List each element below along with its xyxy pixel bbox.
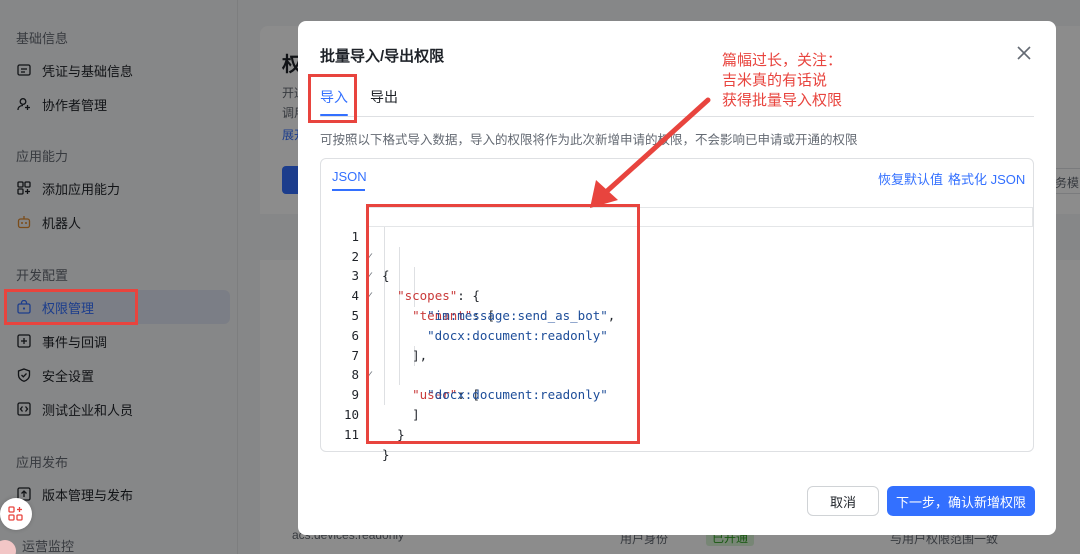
annotation-arrow-icon	[590, 97, 711, 208]
